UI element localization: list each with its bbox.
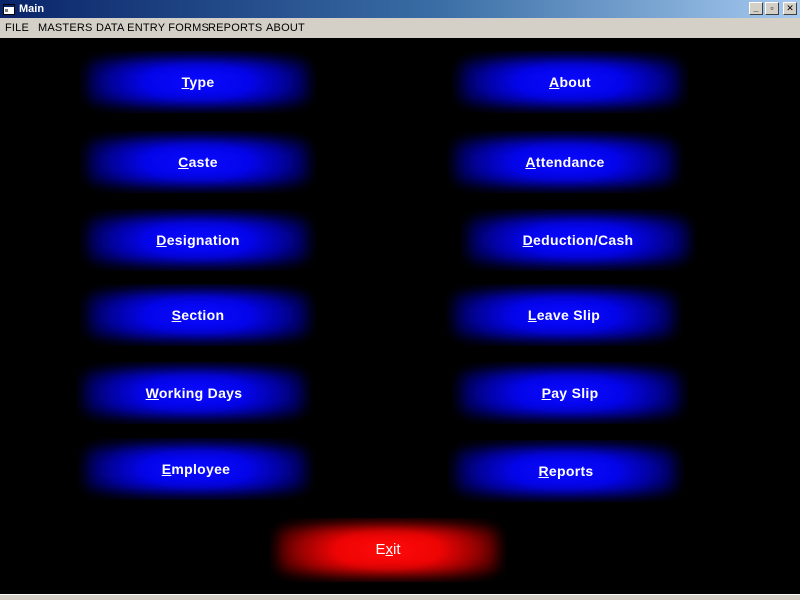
- pay-slip-button[interactable]: Pay Slip: [452, 362, 688, 424]
- title-bar[interactable]: Main _ ▫ ✕: [0, 0, 800, 18]
- working-days-button-mnemonic: W: [145, 385, 159, 401]
- section-button-label: ection: [181, 307, 225, 323]
- employee-button[interactable]: Employee: [78, 438, 314, 500]
- menu-reports[interactable]: REPORTS: [208, 18, 262, 38]
- section-button-mnemonic: S: [171, 307, 182, 323]
- exit-button-mnemonic: x: [385, 541, 394, 558]
- reports-button[interactable]: Reports: [448, 440, 684, 502]
- reports-button-mnemonic: R: [538, 463, 549, 479]
- deduction-cash-button-label: eduction/Cash: [533, 232, 634, 248]
- type-button-label: ype: [189, 74, 215, 90]
- close-icon: ✕: [786, 3, 794, 13]
- restore-button[interactable]: ▫: [765, 2, 779, 15]
- reports-button-label: eports: [548, 463, 594, 479]
- type-button[interactable]: Type: [80, 51, 316, 113]
- designation-button[interactable]: Designation: [80, 209, 316, 271]
- exit-button-label-post: it: [393, 541, 401, 558]
- close-button[interactable]: ✕: [783, 2, 797, 15]
- menu-bar: FILE MASTERS DATA ENTRY FORMS REPORTS AB…: [0, 18, 800, 38]
- leave-slip-button-label: eave Slip: [536, 307, 601, 323]
- attendance-button-label: ttendance: [535, 154, 605, 170]
- deduction-cash-button[interactable]: Deduction/Cash: [460, 209, 696, 271]
- caste-button-mnemonic: C: [178, 154, 189, 170]
- employee-button-label: mployee: [171, 461, 231, 477]
- exit-button-label-pre: E: [375, 541, 386, 558]
- exit-button[interactable]: Exit: [270, 518, 506, 582]
- designation-button-label: esignation: [166, 232, 240, 248]
- about-button[interactable]: About: [452, 51, 688, 113]
- attendance-button[interactable]: Attendance: [447, 131, 683, 193]
- leave-slip-button[interactable]: Leave Slip: [446, 284, 682, 346]
- pay-slip-button-label: ay Slip: [551, 385, 599, 401]
- menu-file[interactable]: FILE: [5, 18, 29, 38]
- working-days-button-label: orking Days: [158, 385, 243, 401]
- minimize-icon: _: [753, 3, 759, 13]
- menu-masters[interactable]: MASTERS: [38, 18, 93, 38]
- caste-button-label: aste: [188, 154, 218, 170]
- about-button-label: bout: [559, 74, 591, 90]
- designation-button-mnemonic: D: [156, 232, 167, 248]
- pay-slip-button-mnemonic: P: [541, 385, 552, 401]
- about-button-mnemonic: A: [549, 74, 560, 90]
- menu-data-entry-forms[interactable]: DATA ENTRY FORMS: [96, 18, 209, 38]
- attendance-button-mnemonic: A: [525, 154, 536, 170]
- app-icon: [3, 3, 15, 15]
- leave-slip-button-mnemonic: L: [527, 307, 537, 323]
- main-window: Main _ ▫ ✕ FILE MASTERS DATA ENTRY FORMS…: [0, 0, 800, 600]
- window-title: Main: [19, 3, 45, 15]
- working-days-button[interactable]: Working Days: [76, 362, 312, 424]
- window-bottom-border: [0, 594, 800, 600]
- section-button[interactable]: Section: [80, 284, 316, 346]
- employee-button-mnemonic: E: [161, 461, 172, 477]
- menu-about[interactable]: ABOUT: [266, 18, 305, 38]
- restore-icon: ▫: [770, 3, 774, 13]
- deduction-cash-button-mnemonic: D: [522, 232, 534, 248]
- minimize-button[interactable]: _: [749, 2, 763, 15]
- caste-button[interactable]: Caste: [80, 131, 316, 193]
